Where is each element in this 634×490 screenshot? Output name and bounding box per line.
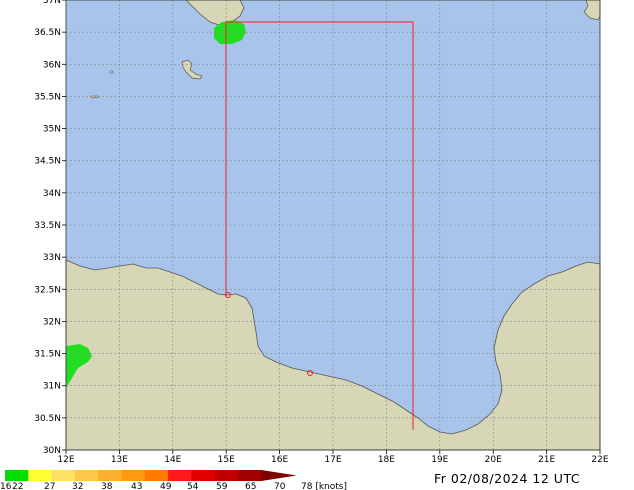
lon-label: 21E	[538, 455, 555, 465]
legend-swatch	[238, 470, 262, 481]
linosa-island	[109, 70, 114, 74]
legend-label: 43	[131, 482, 142, 490]
lat-label: 31N	[43, 382, 61, 392]
lat-label: 31.5N	[34, 350, 61, 360]
lon-label: 20E	[485, 455, 502, 465]
lon-label: 16E	[271, 455, 288, 465]
lat-label: 32N	[43, 317, 61, 327]
legend-label: 65	[245, 482, 256, 490]
lat-label: 35N	[43, 125, 61, 135]
lon-label: 18E	[378, 455, 395, 465]
legend-label: 22	[12, 482, 23, 490]
legend-arrow	[261, 470, 297, 481]
lon-label: 15E	[218, 455, 235, 465]
legend-swatch	[28, 470, 53, 481]
legend-label: 70	[274, 482, 286, 490]
legend-swatch	[144, 470, 169, 481]
legend-label: 49	[160, 482, 172, 490]
legend-label: 54	[187, 482, 199, 490]
lon-label: 13E	[111, 455, 128, 465]
legend-swatch	[191, 470, 216, 481]
legend-swatch	[5, 470, 29, 481]
lat-label: 33N	[43, 253, 61, 263]
legend-label: 27	[44, 482, 55, 490]
legend-label: 59	[216, 482, 228, 490]
legend-swatch	[98, 470, 122, 481]
lat-label: 34N	[43, 189, 61, 199]
legend-label: 32	[72, 482, 83, 490]
legend-swatch	[121, 470, 146, 481]
lat-label: 36.5N	[34, 28, 61, 38]
legend-swatch	[168, 470, 192, 481]
wind-map: 37N 36.5N 36N 35.5N 35N 34.5N 34N 33.5N 33N 32.5N…	[0, 0, 609, 490]
legend-label: 16	[0, 482, 12, 490]
lat-label: 35.5N	[34, 92, 61, 102]
lon-label: 14E	[164, 455, 181, 465]
legend-swatch	[51, 470, 76, 481]
lat-label: 33.5N	[34, 221, 61, 231]
legend-swatch	[74, 470, 99, 481]
lat-label: 32.5N	[34, 285, 61, 295]
lon-label: 19E	[431, 455, 448, 465]
lon-label: 22E	[591, 455, 608, 465]
lon-label: 17E	[324, 455, 341, 465]
wind-speed-legend: 16 22 27 32 38 43 49 54 59 65 70 78 [knots]	[0, 470, 347, 490]
legend-label: 78 [knots]	[301, 482, 347, 490]
forecast-timestamp: Fr 02/08/2024 12 UTC	[434, 471, 581, 486]
lat-label: 36N	[43, 60, 61, 70]
legend-label: 38	[101, 482, 113, 490]
lon-label: 12E	[57, 455, 74, 465]
legend-swatch	[214, 470, 239, 481]
lat-label: 30.5N	[34, 414, 61, 424]
lat-label: 34.5N	[34, 157, 61, 167]
lat-label: 37N	[43, 0, 61, 6]
